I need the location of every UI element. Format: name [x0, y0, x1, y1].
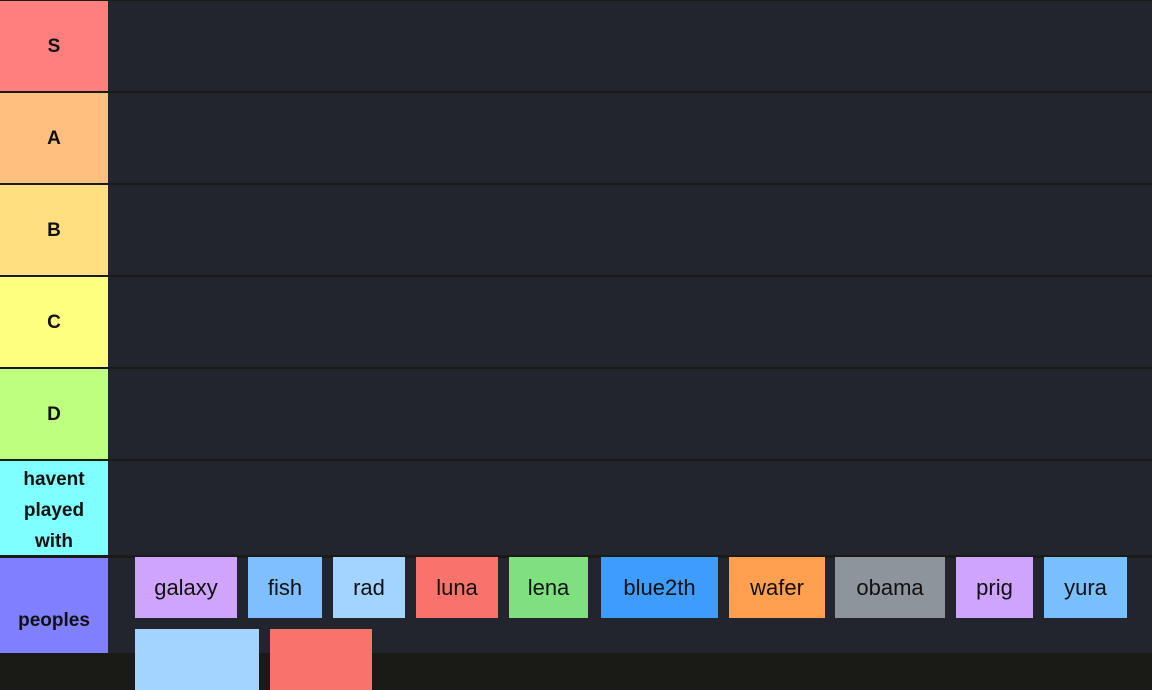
tier-item-label: fish [267, 574, 303, 600]
tier-drop-zone-havent-played-with[interactable] [108, 461, 1152, 555]
tier-drop-zone-c[interactable] [108, 277, 1152, 367]
tier-drop-zone-a[interactable] [108, 93, 1152, 183]
tier-row-c: C [0, 277, 1152, 367]
tier-row-peoples: peoples galaxy fish rad luna lena blue2t… [0, 557, 1152, 690]
tier-item-partial[interactable] [135, 629, 259, 690]
tier-item-obama[interactable]: obama [835, 557, 945, 618]
tier-label-text: havent played with [23, 464, 84, 557]
tier-label-text: peoples [18, 610, 90, 631]
tier-label-text: D [47, 403, 61, 425]
tier-drop-zone-s[interactable] [108, 1, 1152, 91]
tier-label-c[interactable]: C [0, 277, 108, 367]
tier-drop-zone-b[interactable] [108, 185, 1152, 275]
tier-row-b: B [0, 185, 1152, 275]
tier-item-lena[interactable]: lena [509, 557, 588, 618]
tier-item-label: lena [527, 574, 570, 600]
tier-label-text: B [47, 219, 61, 241]
tier-label-line: havent [23, 468, 85, 490]
tier-label-text: A [47, 127, 61, 149]
tier-label-a[interactable]: A [0, 93, 108, 183]
tier-item-fish[interactable]: fish [248, 557, 322, 618]
tier-item-galaxy[interactable]: galaxy [135, 557, 237, 618]
tier-item-partial[interactable] [270, 629, 372, 690]
tier-label-havent-played-with[interactable]: havent played with [0, 461, 108, 555]
tier-label-b[interactable]: B [0, 185, 108, 275]
tier-label-s[interactable]: S [0, 1, 108, 91]
tier-item-luna[interactable]: luna [416, 557, 498, 618]
tier-item-wafer[interactable]: wafer [729, 557, 825, 618]
tier-row-d: D [0, 369, 1152, 459]
tier-drop-zone-peoples[interactable]: galaxy fish rad luna lena blue2th wafer … [108, 557, 1152, 690]
tier-list: S A B C D havent played with peoples gal… [0, 0, 1152, 690]
tier-item-prig[interactable]: prig [956, 557, 1033, 618]
tier-label-text: S [47, 35, 61, 57]
tier-label-d[interactable]: D [0, 369, 108, 459]
tier-row-havent-played-with: havent played with [0, 461, 1152, 555]
tier-item-label: obama [856, 574, 924, 600]
tier-item-yura[interactable]: yura [1044, 557, 1127, 618]
tier-item-label: rad [353, 574, 385, 600]
tier-item-label: wafer [750, 574, 804, 600]
tier-item-rad[interactable]: rad [333, 557, 405, 618]
tier-item-label: yura [1064, 574, 1107, 600]
tier-item-label: blue2th [623, 574, 696, 600]
tier-item-label: prig [976, 574, 1013, 600]
tier-label-peoples[interactable]: peoples [0, 558, 108, 653]
tier-label-line: with [35, 530, 73, 552]
tier-row-s: S [0, 1, 1152, 91]
tier-row-a: A [0, 93, 1152, 183]
tier-label-text: C [47, 311, 61, 333]
tier-drop-zone-d[interactable] [108, 369, 1152, 459]
tier-item-blue2th[interactable]: blue2th [601, 557, 718, 618]
tier-label-line: played [23, 499, 85, 521]
tier-item-label: luna [436, 574, 478, 600]
tier-item-label: galaxy [154, 574, 218, 600]
